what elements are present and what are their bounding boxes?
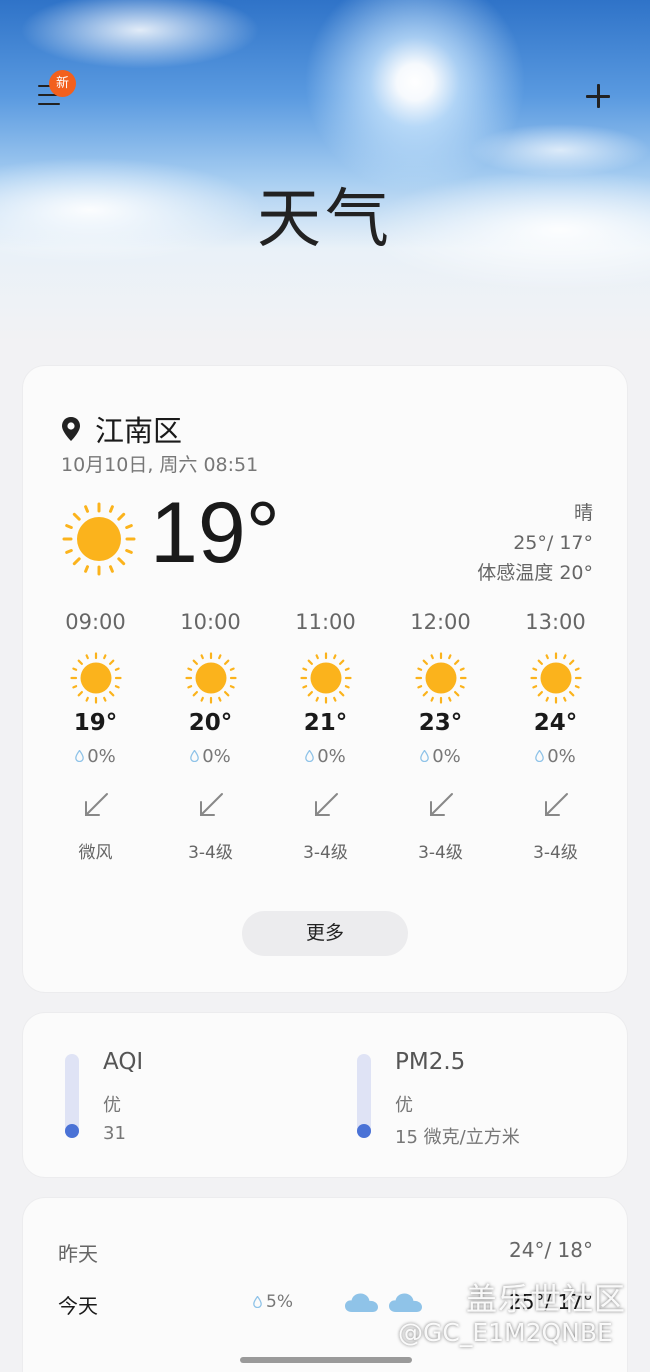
- raindrop-icon: [305, 750, 315, 762]
- pm25-value: 15 微克/立方米: [395, 1127, 520, 1148]
- watermark-title: 盖乐世社区: [466, 1282, 626, 1318]
- day-range: 24°/ 18°: [509, 1238, 593, 1262]
- hourly-item: 13:00 24° 0% 3-4级: [498, 610, 613, 863]
- hour-wind: 3-4级: [418, 843, 463, 863]
- wind-direction-icon: [84, 793, 108, 816]
- hour-rain: 0%: [38, 742, 153, 770]
- hour-temp: 23°: [418, 710, 463, 736]
- hour-rain: 0%: [153, 742, 268, 770]
- air-quality-card[interactable]: AQI 优 31 PM2.5 优 15 微克/立方米: [23, 1013, 627, 1177]
- pm25-gauge: [357, 1054, 371, 1138]
- hour-wind: 3-4级: [188, 843, 233, 863]
- cloud-icon: [345, 1293, 378, 1312]
- hourly-item: 11:00 21° 0% 3-4级: [268, 610, 383, 863]
- sun-icon: [62, 502, 136, 576]
- date-time: 10月10日, 周六 08:51: [61, 454, 259, 476]
- location-row: 江南区: [61, 408, 182, 450]
- hour-temp: 24°: [533, 710, 578, 736]
- sun-icon: [184, 652, 237, 704]
- hourly-item: 10:00 20° 0% 3-4级: [153, 610, 268, 863]
- sun-icon: [414, 652, 467, 704]
- feels-like-text: 体感温度 20°: [477, 562, 593, 584]
- hourly-forecast[interactable]: 09:00 19° 0% 微风 10:00 20° 0% 3-4级 11:00 21° 0% 3-4级…: [38, 610, 613, 863]
- new-badge: 新: [49, 70, 76, 97]
- hour-rain-value: 0%: [87, 745, 116, 767]
- hour-rain: 0%: [383, 742, 498, 770]
- day-rain-value: 5%: [266, 1292, 293, 1312]
- hour-time: 09:00: [65, 610, 126, 634]
- hour-rain-value: 0%: [432, 745, 461, 767]
- hour-rain: 0%: [498, 742, 613, 770]
- wind-direction-icon: [429, 793, 453, 816]
- hourly-item: 12:00 23° 0% 3-4级: [383, 610, 498, 863]
- raindrop-icon: [75, 750, 85, 762]
- hour-wind: 3-4级: [533, 843, 578, 863]
- current-temperature: 19°: [150, 485, 281, 581]
- current-summary: 晴 25°/ 17° 体感温度 20°: [477, 498, 593, 588]
- wind-direction-icon: [314, 793, 338, 816]
- high-low-text: 25°/ 17°: [513, 532, 593, 554]
- hourly-item: 09:00 19° 0% 微风: [38, 610, 153, 863]
- condition-text: 晴: [573, 502, 593, 524]
- daily-row-yesterday[interactable]: 昨天 24°/ 18°: [58, 1232, 593, 1272]
- hour-rain-value: 0%: [202, 745, 231, 767]
- hour-time: 11:00: [295, 610, 356, 634]
- hour-time: 10:00: [180, 610, 241, 634]
- day-name: 昨天: [58, 1242, 98, 1266]
- raindrop-icon: [535, 750, 545, 762]
- sun-icon: [69, 652, 122, 704]
- home-indicator[interactable]: [240, 1357, 412, 1363]
- raindrop-icon: [253, 1296, 262, 1308]
- aqi-level: 优: [103, 1095, 121, 1116]
- more-button[interactable]: 更多: [242, 911, 408, 956]
- hour-rain-value: 0%: [317, 745, 346, 767]
- hour-temp: 20°: [188, 710, 233, 736]
- day-name: 今天: [58, 1294, 98, 1318]
- aqi-gauge: [65, 1054, 79, 1138]
- aqi-label: AQI: [103, 1049, 144, 1075]
- raindrop-icon: [420, 750, 430, 762]
- raindrop-icon: [190, 750, 200, 762]
- wind-direction-icon: [199, 793, 223, 816]
- hour-wind: 3-4级: [303, 843, 348, 863]
- day-rain: 5%: [253, 1292, 293, 1312]
- cloud-icon: [389, 1293, 422, 1312]
- location-pin-icon: [61, 416, 81, 442]
- hour-temp: 21°: [303, 710, 348, 736]
- add-location-button[interactable]: [584, 82, 612, 110]
- aqi-value: 31: [103, 1123, 126, 1144]
- watermark-handle: @GC_E1M2QNBE: [398, 1318, 613, 1347]
- hour-rain: 0%: [268, 742, 383, 770]
- sun-icon: [299, 652, 352, 704]
- hour-wind: 微风: [78, 843, 113, 863]
- wind-direction-icon: [544, 793, 568, 816]
- current-weather-card[interactable]: 江南区 10月10日, 周六 08:51 19° 晴 25°/ 17° 体感温度…: [23, 366, 627, 992]
- hour-time: 12:00: [410, 610, 471, 634]
- hour-time: 13:00: [525, 610, 586, 634]
- sun-icon: [529, 652, 582, 704]
- pm25-label: PM2.5: [395, 1049, 466, 1075]
- hour-rain-value: 0%: [547, 745, 576, 767]
- location-name: 江南区: [95, 414, 183, 448]
- pm25-level: 优: [395, 1095, 413, 1116]
- page-title: 天气: [257, 183, 393, 257]
- hour-temp: 19°: [73, 710, 118, 736]
